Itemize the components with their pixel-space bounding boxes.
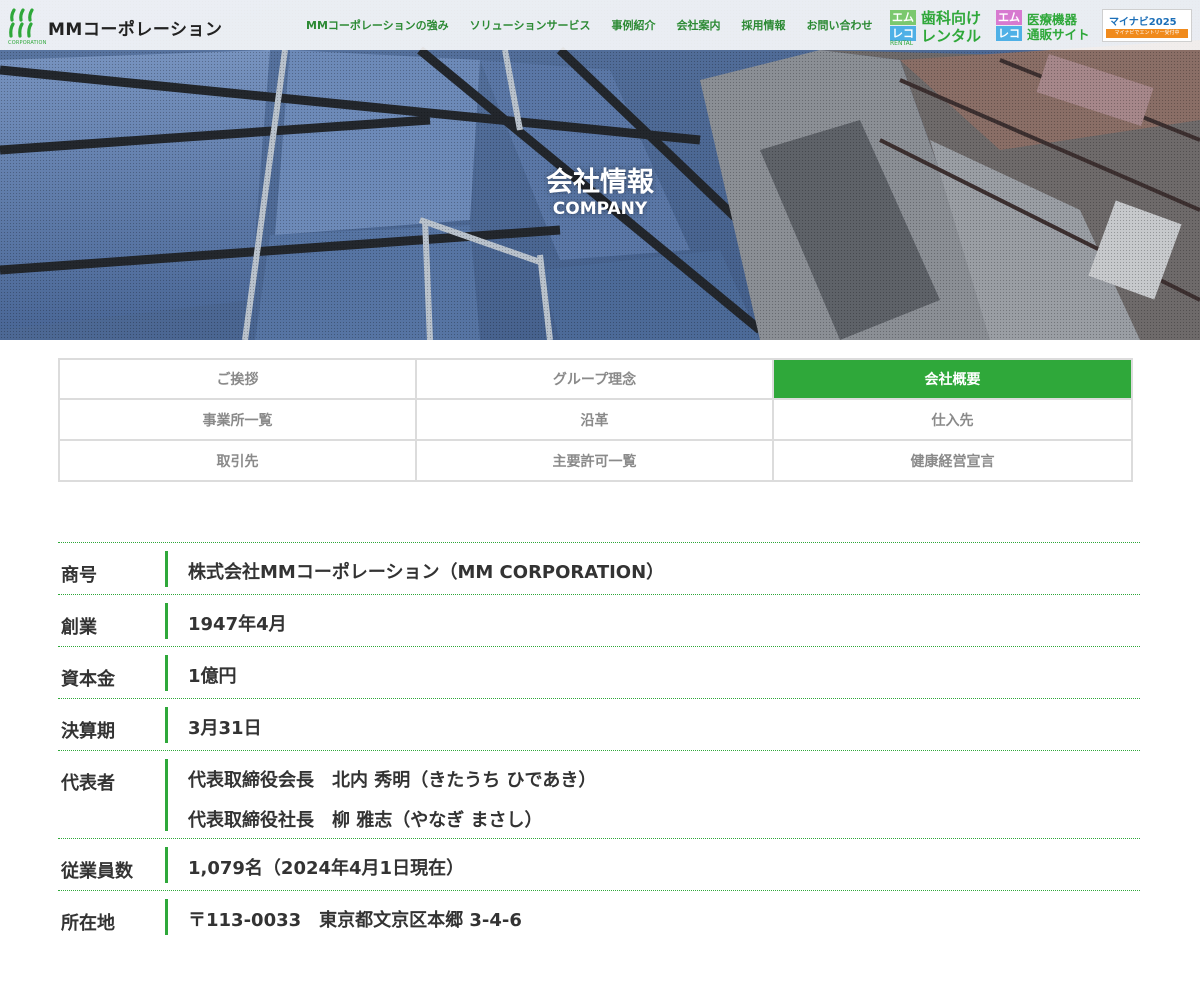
row-label: 代表者 — [58, 759, 168, 831]
emureko-rental-icon: エム レコ RENTAL — [890, 10, 918, 47]
nav-cases[interactable]: 事例紹介 — [611, 17, 655, 33]
value-line: 1億円 — [188, 666, 237, 687]
row-label: 創業 — [58, 603, 168, 639]
banner-medical-shop[interactable]: エム レコ 医療機器 通販サイト — [996, 10, 1090, 44]
icon-top-text: エム — [890, 10, 916, 25]
row-label: 商号 — [58, 551, 168, 587]
table-row: 従業員数 1,079名（2024年4月1日現在） — [58, 838, 1140, 890]
value-line: 3月31日 — [188, 718, 262, 739]
tab-philosophy[interactable]: グループ理念 — [417, 360, 774, 400]
logo-name: MMコーポレーション — [48, 20, 223, 40]
table-row: 資本金 1億円 — [58, 646, 1140, 698]
nav-strengths[interactable]: MMコーポレーションの強み — [306, 17, 449, 33]
mynavi-banner[interactable]: マイナビ2025 マイナビでエントリー受付中 — [1102, 9, 1192, 42]
row-label: 従業員数 — [58, 847, 168, 883]
tab-health-declaration[interactable]: 健康経営宣言 — [774, 441, 1131, 480]
tab-overview[interactable]: 会社概要 — [774, 360, 1131, 400]
row-label: 資本金 — [58, 655, 168, 691]
value-line: 1947年4月 — [188, 614, 287, 635]
page-title: 会社情報 — [546, 167, 654, 198]
banner-shop-line1: 医療機器 — [1027, 12, 1078, 27]
row-label: 所在地 — [58, 899, 168, 935]
site-header: CORPORATION MMコーポレーション MMコーポレーションの強み ソリュ… — [0, 0, 1200, 50]
table-row: 代表者 代表取締役会長 北内 秀明（きたうち ひであき） 代表取締役社長 柳 雅… — [58, 750, 1140, 838]
global-nav: MMコーポレーションの強み ソリューションサービス 事例紹介 会社案内 採用情報… — [306, 0, 893, 50]
banner-dental-rental[interactable]: エム レコ RENTAL 歯科向け レンタル — [890, 9, 982, 47]
tab-offices[interactable]: 事業所一覧 — [60, 400, 417, 441]
nav-recruit[interactable]: 採用情報 — [741, 17, 785, 33]
nav-solutions[interactable]: ソリューションサービス — [470, 17, 591, 33]
value-line: 株式会社MMコーポレーション（MM CORPORATION） — [188, 562, 665, 583]
value-line: 〒113-0033 東京都文京区本郷 3-4-6 — [188, 910, 522, 931]
logo-mark-icon: CORPORATION — [8, 6, 46, 46]
nav-company[interactable]: 会社案内 — [676, 17, 720, 33]
icon-top-text: エム — [996, 10, 1022, 25]
banner-rental-line2: レンタル — [921, 27, 982, 45]
value-line: 代表取締役社長 柳 雅志（やなぎ まさし） — [188, 810, 543, 831]
emureko-shop-icon: エム レコ — [996, 10, 1024, 44]
hero-banner: 会社情報 COMPANY — [0, 0, 1200, 340]
table-row: 所在地 〒113-0033 東京都文京区本郷 3-4-6 — [58, 890, 1140, 942]
tab-greeting[interactable]: ご挨拶 — [60, 360, 417, 400]
icon-bottom-text: レコ — [996, 26, 1022, 41]
row-value: 〒113-0033 東京都文京区本郷 3-4-6 — [188, 899, 522, 935]
company-overview-table: 商号 株式会社MMコーポレーション（MM CORPORATION） 創業 194… — [58, 542, 1140, 942]
row-value: 株式会社MMコーポレーション（MM CORPORATION） — [188, 551, 664, 587]
icon-bottom-text: レコ — [890, 26, 916, 41]
table-row: 創業 1947年4月 — [58, 594, 1140, 646]
page-subtitle: COMPANY — [552, 199, 648, 219]
logo-subtext: CORPORATION — [8, 40, 47, 46]
mynavi-label: マイナビ2025 — [1109, 17, 1177, 28]
company-subnav: ご挨拶 グループ理念 会社概要 事業所一覧 沿革 仕入先 取引先 主要許可一覧 … — [58, 358, 1133, 482]
nav-contact[interactable]: お問い合わせ — [806, 17, 872, 33]
table-row: 商号 株式会社MMコーポレーション（MM CORPORATION） — [58, 542, 1140, 594]
site-logo[interactable]: CORPORATION MMコーポレーション — [8, 6, 223, 46]
banner-rental-line1: 歯科向け — [921, 9, 982, 27]
row-label: 決算期 — [58, 707, 168, 743]
tab-suppliers[interactable]: 仕入先 — [774, 400, 1131, 441]
table-row: 決算期 3月31日 — [58, 698, 1140, 750]
row-value: 代表取締役会長 北内 秀明（きたうち ひであき） 代表取締役社長 柳 雅志（やな… — [188, 759, 596, 831]
tab-clients[interactable]: 取引先 — [60, 441, 417, 480]
tab-licenses[interactable]: 主要許可一覧 — [417, 441, 774, 480]
row-value: 3月31日 — [188, 707, 262, 743]
row-value: 1947年4月 — [188, 603, 287, 639]
mynavi-sub: マイナビでエントリー受付中 — [1106, 29, 1188, 38]
icon-caption: RENTAL — [890, 40, 914, 47]
value-line: 1,079名（2024年4月1日現在） — [188, 858, 465, 879]
row-value: 1,079名（2024年4月1日現在） — [188, 847, 464, 883]
banner-shop-line2: 通販サイト — [1027, 27, 1090, 42]
row-value: 1億円 — [188, 655, 237, 691]
tab-history[interactable]: 沿革 — [417, 400, 774, 441]
value-line: 代表取締役会長 北内 秀明（きたうち ひであき） — [188, 770, 597, 791]
